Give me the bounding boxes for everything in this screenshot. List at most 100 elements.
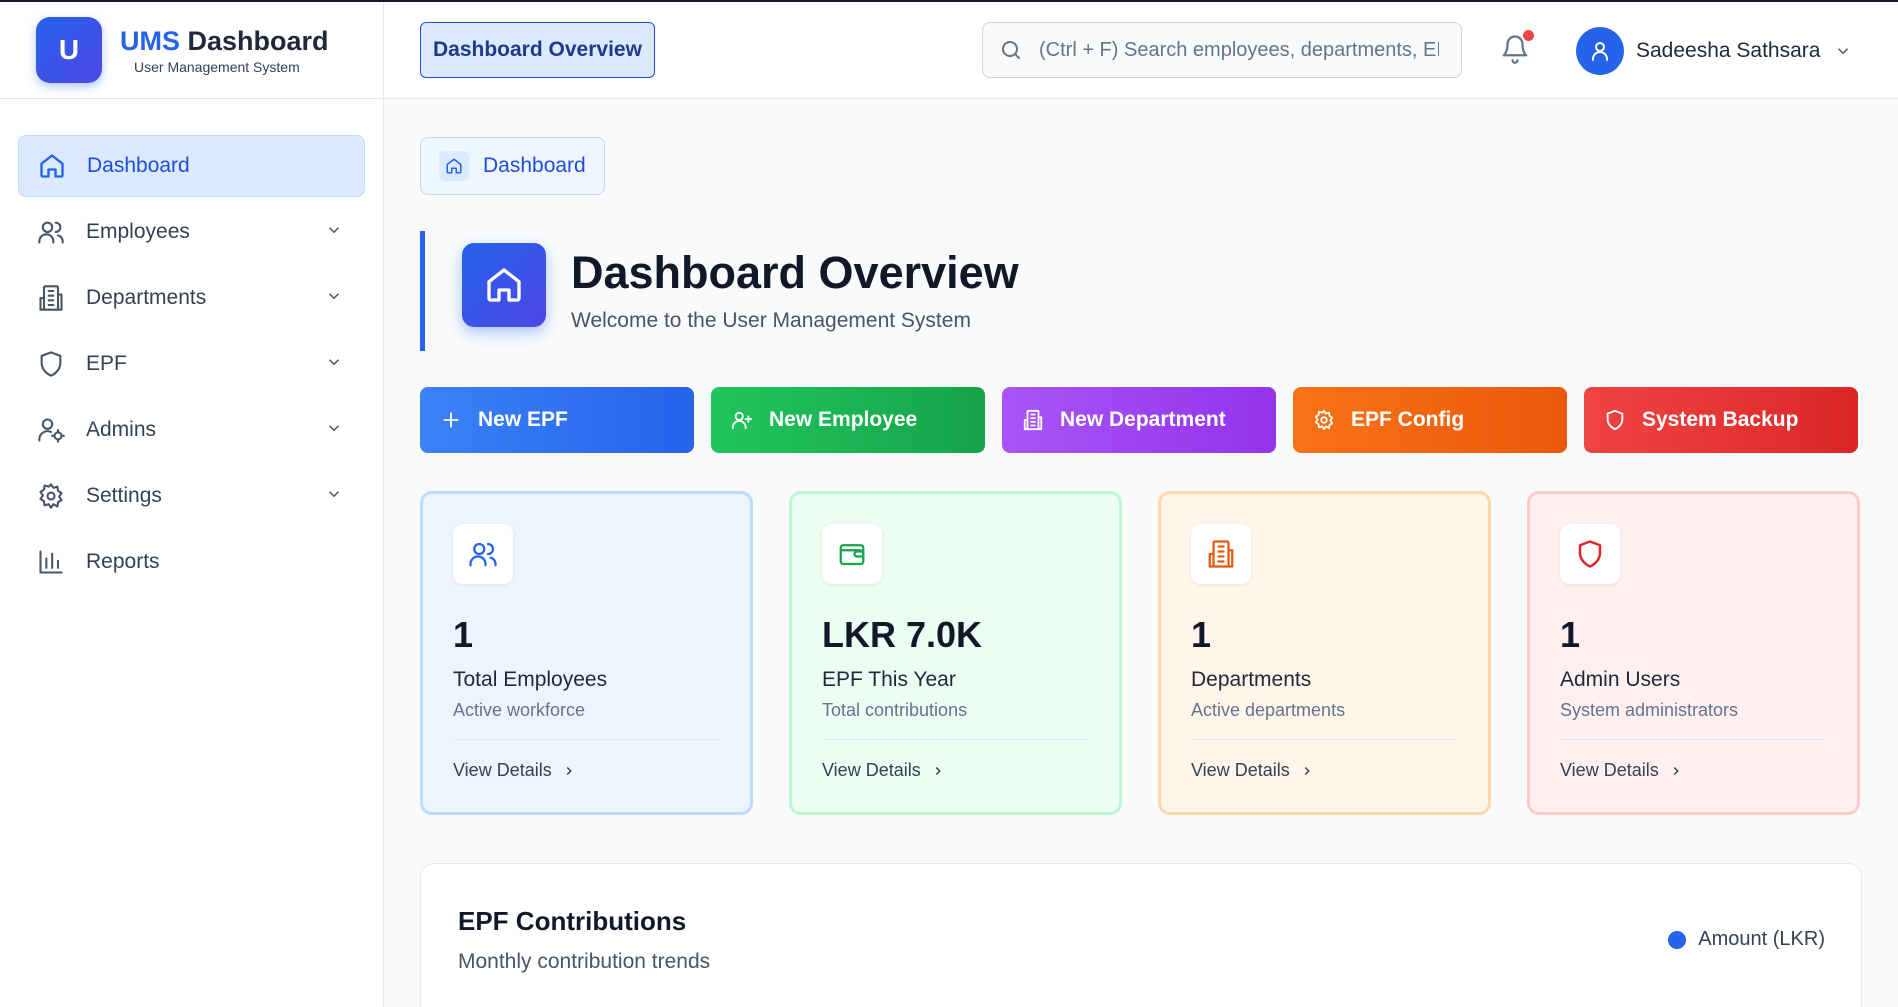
user-cog-icon [36, 415, 66, 445]
gear-icon [1313, 409, 1335, 431]
brand-title: UMS Dashboard [120, 26, 329, 56]
building-icon [36, 283, 66, 313]
sidebar-item-employees[interactable]: Employees [18, 201, 365, 263]
stat-subtitle: System administrators [1560, 700, 1739, 720]
breadcrumb[interactable]: Dashboard [420, 137, 605, 195]
notification-badge [1523, 30, 1534, 41]
main-content: Dashboard Dashboard Overview Welcome to … [384, 99, 1898, 1007]
epf-config-button[interactable]: EPF Config [1293, 387, 1567, 453]
chevron-down-icon [328, 227, 340, 234]
top-header: Dashboard Overview Sadeesha Sathsara [384, 2, 1898, 99]
page-subtitle: Welcome to the User Management System [571, 309, 971, 332]
breadcrumb-label: Dashboard [483, 154, 586, 177]
stat-value: 1 [1191, 614, 1212, 655]
home-icon [439, 151, 469, 181]
system-backup-button[interactable]: System Backup [1584, 387, 1858, 453]
stat-value: LKR 7.0K [822, 614, 983, 655]
search-icon [1002, 41, 1020, 59]
divider [1560, 739, 1827, 740]
stat-cards: 1 Total Employees Active workforce View … [420, 491, 1896, 815]
sidebar-item-label: Departments [86, 286, 207, 309]
sidebar-item-dashboard[interactable]: Dashboard [18, 135, 365, 197]
legend-dot [1668, 930, 1687, 949]
sidebar-item-label: Reports [86, 550, 160, 573]
stat-card-epf: LKR 7.0K EPF This Year Total contributio… [789, 491, 1122, 815]
users-icon [36, 217, 66, 247]
chevron-down-icon [328, 359, 340, 366]
chevron-down-icon [328, 293, 340, 300]
sidebar-item-reports[interactable]: Reports [18, 531, 365, 593]
building-icon [1022, 409, 1044, 431]
search-box[interactable] [982, 22, 1462, 78]
legend-label: Amount (LKR) [1698, 928, 1825, 950]
user-plus-icon [731, 409, 753, 431]
building-icon [1191, 524, 1251, 584]
app-window: U UMS Dashboard User Management System D… [0, 0, 1898, 1007]
chevron-right-icon [566, 766, 572, 775]
new-employee-button[interactable]: New Employee [711, 387, 985, 453]
view-details-link[interactable]: View Details [822, 760, 945, 781]
stat-label: Departments [1191, 668, 1312, 691]
sidebar-item-settings[interactable]: Settings [18, 465, 365, 527]
shield-icon [1560, 524, 1620, 584]
header-title-button[interactable]: Dashboard Overview [420, 22, 655, 78]
chart-legend[interactable]: Amount (LKR) [1668, 928, 1825, 951]
brand[interactable]: U UMS Dashboard User Management System [0, 2, 383, 99]
chevron-down-icon [328, 425, 340, 432]
home-icon [37, 151, 67, 181]
chevron-right-icon [935, 766, 941, 775]
shield-icon [1604, 409, 1626, 431]
sidebar-item-admins[interactable]: Admins [18, 399, 365, 461]
user-icon [1592, 42, 1608, 61]
search-input[interactable] [1039, 38, 1439, 62]
page-title: Dashboard Overview [571, 247, 1019, 298]
sidebar-item-label: Dashboard [87, 154, 190, 177]
sidebar-item-label: Employees [86, 220, 190, 243]
stat-card-employees: 1 Total Employees Active workforce View … [420, 491, 753, 815]
view-details-link[interactable]: View Details [1560, 760, 1683, 781]
page-header: Dashboard Overview Welcome to the User M… [420, 231, 1220, 351]
stat-value: 1 [1560, 614, 1581, 655]
divider [1191, 739, 1458, 740]
bar-chart-icon [36, 547, 66, 577]
users-icon [453, 524, 513, 584]
stat-value: 1 [453, 614, 474, 655]
shield-icon [36, 349, 66, 379]
view-details-link[interactable]: View Details [453, 760, 576, 781]
plus-icon [440, 409, 462, 431]
sidebar-item-label: EPF [86, 352, 127, 375]
brand-subtitle: User Management System [134, 59, 300, 75]
quick-actions: New EPF New Employee New Department EPF … [420, 387, 1875, 453]
chevron-right-icon [1673, 766, 1679, 775]
chevron-right-icon [1304, 766, 1310, 775]
new-epf-button[interactable]: New EPF [420, 387, 694, 453]
sidebar-item-label: Admins [86, 418, 157, 441]
stat-subtitle: Active workforce [453, 700, 586, 720]
user-menu[interactable]: Sadeesha Sathsara [1576, 27, 1852, 75]
epf-contributions-card: EPF Contributions Monthly contribution t… [420, 863, 1862, 1007]
chart-title: EPF Contributions [458, 906, 687, 936]
stat-card-admins: 1 Admin Users System administrators View… [1527, 491, 1860, 815]
stat-card-departments: 1 Departments Active departments View De… [1158, 491, 1491, 815]
stat-label: Admin Users [1560, 668, 1681, 691]
wallet-icon [822, 524, 882, 584]
sidebar: U UMS Dashboard User Management System D… [0, 2, 384, 1007]
stat-label: Total Employees [453, 668, 608, 691]
stat-subtitle: Active departments [1191, 700, 1346, 720]
view-details-link[interactable]: View Details [1191, 760, 1314, 781]
new-department-button[interactable]: New Department [1002, 387, 1276, 453]
chart-subtitle: Monthly contribution trends [458, 950, 711, 973]
stat-subtitle: Total contributions [822, 700, 968, 720]
sidebar-nav: Dashboard Employees Departments EPF Admi… [0, 99, 383, 593]
home-icon [462, 243, 546, 327]
chevron-down-icon [1838, 48, 1849, 55]
stat-label: EPF This Year [822, 668, 956, 691]
divider [453, 739, 720, 740]
avatar [1576, 27, 1624, 75]
sidebar-item-departments[interactable]: Departments [18, 267, 365, 329]
user-name: Sadeesha Sathsara [1636, 39, 1821, 62]
chevron-down-icon [328, 491, 340, 498]
sidebar-item-label: Settings [86, 484, 162, 507]
divider [822, 739, 1089, 740]
sidebar-item-epf[interactable]: EPF [18, 333, 365, 395]
